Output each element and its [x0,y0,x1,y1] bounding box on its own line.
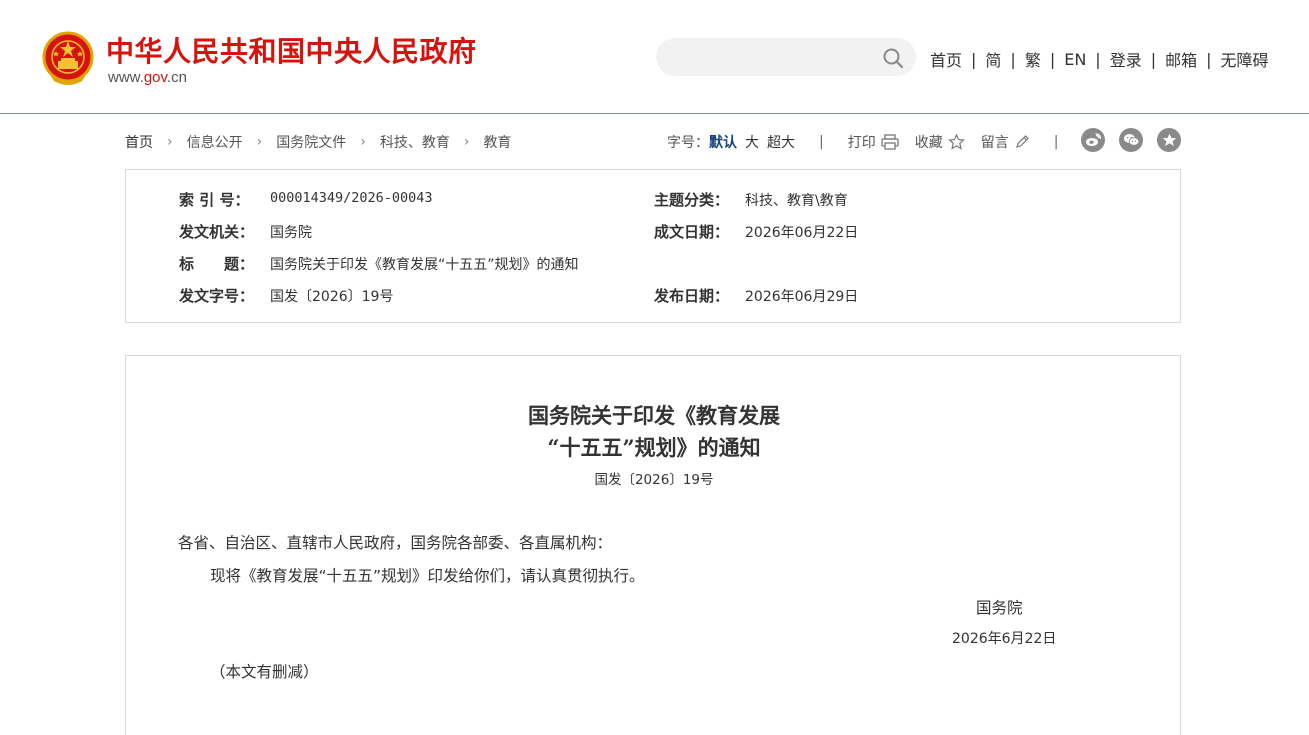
info-topic-key: 主题分类： [654,191,730,209]
nav-mailbox[interactable]: 邮箱 [1165,47,1197,71]
breadcrumb: 首页 › 信息公开 › 国务院文件 › 科技、教育 › 教育 [125,132,511,152]
tool-separator: | [819,134,824,150]
info-docno-value: 国发〔2026〕19号 [270,289,394,305]
print-label: 打印 [847,135,876,151]
top-nav: 首页 | 简 | 繁 | EN | 登录 | 邮箱 | 无障碍 [930,47,1269,71]
page-tools: 字号： 默认 大 超大 | 打印 收藏 留言 | [667,132,1058,152]
nav-traditional[interactable]: 繁 [1025,47,1041,71]
share-buttons [1067,128,1181,152]
info-docno-key: 发文字号： [179,287,255,305]
info-topic-value: 科技、教育\教育 [745,193,848,209]
article-doc-number: 国发〔2026〕19号 [594,472,714,488]
font-size-xlarge[interactable]: 超大 [767,132,795,152]
site-title[interactable]: 中华人民共和国中央人民政府 [106,30,477,70]
article-title-line1: 国务院关于印发《教育发展 [528,403,780,428]
site-header: 中华人民共和国中央人民政府 www.gov.cn 首页 | 简 | 繁 | EN… [0,0,1309,114]
breadcrumb-toolbar-row: 首页 › 信息公开 › 国务院文件 › 科技、教育 › 教育 字号： 默认 大 … [125,128,1181,156]
nav-separator: | [971,49,977,69]
nav-separator: | [1095,49,1101,69]
article-date: 2026年6月22日 [952,631,1057,647]
star-icon [947,134,965,150]
domain-suffix: .cn [166,69,187,86]
pencil-icon [1015,135,1029,148]
article-body: 国务院关于印发《教育发展 “十五五”规划》的通知 国发〔2026〕19号 各省、… [125,355,1181,735]
chevron-right-icon: › [167,134,173,150]
nav-separator: | [1206,49,1212,69]
font-size-large[interactable]: 大 [745,132,759,152]
info-created-value: 2026年06月22日 [745,225,859,241]
wechat-icon[interactable] [1119,128,1143,152]
info-issuer-key: 发文机关： [179,223,255,241]
article-signature: 国务院 [976,599,1023,617]
chevron-right-icon: › [360,134,366,150]
breadcrumb-home[interactable]: 首页 [125,132,153,152]
comment-button[interactable]: 留言 [981,132,1030,152]
article-note: （本文有删减） [210,663,319,681]
nav-english[interactable]: EN [1064,50,1086,69]
print-button[interactable]: 打印 [848,132,899,152]
info-index-value: 000014349/2026-00043 [270,190,433,206]
info-issuer-value: 国务院 [270,225,312,241]
article-paragraph: 现将《教育发展“十五五”规划》印发给你们，请认真贯彻执行。 [210,567,645,585]
search-input[interactable] [672,38,872,76]
document-info-box: 索 引 号： 000014349/2026-00043 主题分类： 科技、教育\… [125,169,1181,323]
info-index-key: 索 引 号： [179,191,250,209]
article-title-line2: “十五五”规划》的通知 [547,435,761,460]
info-published-value: 2026年06月29日 [745,289,859,305]
qzone-star-icon[interactable] [1157,128,1181,152]
chevron-right-icon: › [463,134,470,150]
search-icon[interactable] [882,47,904,69]
nav-home[interactable]: 首页 [930,47,962,71]
nav-separator: | [1150,49,1157,69]
search-box [656,38,916,76]
favorite-label: 收藏 [914,135,943,151]
info-created-key: 成文日期： [654,223,730,241]
domain-main: gov [143,69,167,86]
site-domain: www.gov.cn [108,69,187,86]
breadcrumb-education[interactable]: 教育 [483,132,511,152]
national-emblem-icon[interactable] [42,31,94,87]
info-title-value: 国务院关于印发《教育发展“十五五”规划》的通知 [270,257,579,273]
nav-separator: | [1049,49,1056,69]
info-title-key: 标 题： [179,255,255,273]
article-salutation: 各省、自治区、直辖市人民政府，国务院各部委、各直属机构： [178,534,613,552]
font-size-label: 字号： [667,135,709,151]
weibo-icon[interactable] [1081,128,1105,152]
domain-prefix: www. [108,69,144,86]
breadcrumb-info-disclosure[interactable]: 信息公开 [187,132,243,152]
printer-icon [881,134,899,150]
chevron-right-icon: › [256,134,263,150]
info-published-key: 发布日期： [654,287,730,305]
breadcrumb-state-council-docs[interactable]: 国务院文件 [276,132,346,152]
favorite-button[interactable]: 收藏 [915,132,965,152]
nav-separator: | [1010,49,1016,69]
nav-accessibility[interactable]: 无障碍 [1221,47,1269,71]
tool-separator: | [1053,134,1059,150]
breadcrumb-sci-edu[interactable]: 科技、教育 [380,132,450,152]
nav-login[interactable]: 登录 [1110,47,1142,71]
comment-label: 留言 [980,135,1009,151]
nav-simplified[interactable]: 简 [985,47,1001,71]
font-size-default[interactable]: 默认 [709,132,737,152]
